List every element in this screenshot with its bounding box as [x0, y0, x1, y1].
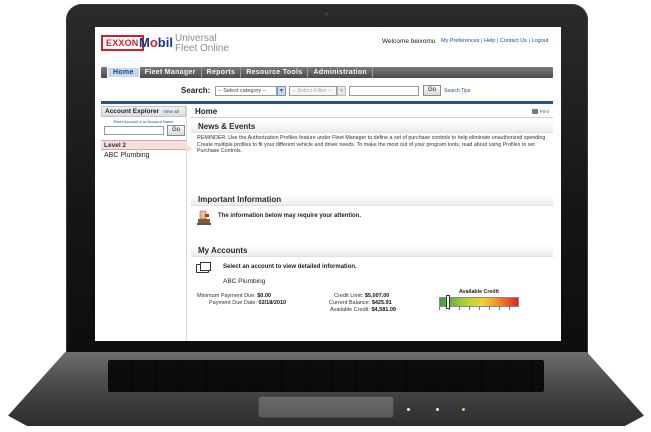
search-tips-link[interactable]: Search Tips — [444, 88, 470, 94]
gauge-ticks — [439, 307, 519, 310]
account-explorer-header: Account Explorer View all — [101, 106, 186, 117]
account-search-hint: Enter Account # or Account Name — [113, 119, 174, 124]
gauge-marker — [446, 295, 450, 309]
alert-hand-icon — [197, 210, 211, 225]
main-content: Home Print News & Events REMINDER: Use t… — [191, 106, 553, 341]
keyboard — [108, 360, 544, 392]
view-all-link[interactable]: View all — [163, 109, 178, 114]
min-payment: Minimum Payment Due: $0.00 — [197, 293, 271, 299]
account-search-input[interactable] — [104, 126, 164, 135]
available-credit-gauge — [439, 297, 519, 307]
tab-administration[interactable]: Administration — [308, 67, 373, 78]
main-nav: Home Fleet Manager Reports Resource Tool… — [101, 67, 553, 78]
status-light — [436, 408, 439, 411]
available-credit: Available Credit: $4,581.09 — [330, 307, 396, 313]
mobil-logo: Mobil — [139, 35, 173, 50]
accounts-section: My Accounts Select an account to view de… — [191, 245, 553, 313]
payment-due-date: Payment Due Date: 02/18/2010 — [209, 300, 287, 306]
header-divider — [101, 101, 553, 104]
account-name-link[interactable]: ABC Plumbing — [223, 278, 265, 285]
accounts-hint: Select an account to view detailed infor… — [223, 264, 357, 270]
site-header: EXXON Mobil Universal Fleet Online Welco… — [95, 27, 561, 67]
credit-limit: Credit Limit: $5,007.00 — [334, 293, 390, 299]
chevron-down-icon: ▼ — [339, 88, 344, 94]
important-text: The information below may require your a… — [218, 213, 362, 219]
tab-resource-tools[interactable]: Resource Tools — [241, 67, 309, 78]
account-explorer-title: Account Explorer — [105, 108, 160, 115]
important-section: Important Information The information be… — [191, 194, 553, 228]
category-select[interactable]: -- Select category -- — [215, 86, 277, 96]
important-row: The information below may require your a… — [191, 206, 553, 228]
product-name: Universal Fleet Online — [175, 33, 229, 54]
tab-home[interactable]: Home — [107, 67, 140, 78]
news-title: News & Events — [191, 121, 553, 133]
exxon-logo: EXXON — [101, 35, 144, 51]
link-contact[interactable]: Contact Us — [500, 38, 527, 44]
account-search-row: Go — [101, 125, 186, 137]
accounts-title: My Accounts — [191, 245, 553, 257]
account-go-button[interactable]: Go — [167, 125, 186, 136]
printer-icon — [531, 109, 538, 114]
link-preferences[interactable]: My Preferences — [441, 38, 480, 44]
link-logout[interactable]: Logout — [532, 38, 549, 44]
tab-fleet-manager[interactable]: Fleet Manager — [140, 67, 202, 78]
important-title: Important Information — [191, 194, 553, 206]
screen: EXXON Mobil Universal Fleet Online Welco… — [95, 27, 561, 341]
filter-dropdown-button[interactable]: ▼ — [337, 86, 346, 96]
top-links: My Preferences | Help | Contact Us | Log… — [441, 38, 549, 44]
status-light — [407, 408, 410, 411]
print-button[interactable]: Print — [531, 109, 549, 114]
account-explorer: Account Explorer View all Enter Account … — [101, 106, 192, 341]
search-label: Search: — [181, 86, 211, 95]
page-title: Home — [195, 107, 218, 116]
category-dropdown-button[interactable]: ▼ — [277, 86, 286, 96]
link-help[interactable]: Help — [484, 38, 495, 44]
welcome-text: Welcome beixomu — [382, 38, 436, 45]
main-header: Home Print — [191, 106, 553, 118]
available-credit-title: Available Credit — [459, 289, 499, 295]
search-go-button[interactable]: Go — [423, 85, 442, 96]
chevron-down-icon: ▼ — [279, 88, 284, 94]
news-text: REMINDER: Use the Authorization Profiles… — [197, 135, 547, 155]
touchpad — [258, 396, 394, 418]
credit-card-icon — [196, 262, 211, 273]
level-label[interactable]: Level 2 — [101, 140, 186, 150]
webcam — [324, 12, 329, 17]
filter-select[interactable]: -- Select Filter -- — [289, 86, 337, 96]
tab-reports[interactable]: Reports — [202, 67, 242, 78]
search-input[interactable] — [349, 86, 419, 96]
account-item[interactable]: ABC Plumbing — [101, 152, 186, 159]
status-light — [462, 408, 465, 411]
search-bar: Search: -- Select category -- ▼ -- Selec… — [95, 84, 561, 98]
current-balance: Current Balance: $425.91 — [329, 300, 392, 306]
